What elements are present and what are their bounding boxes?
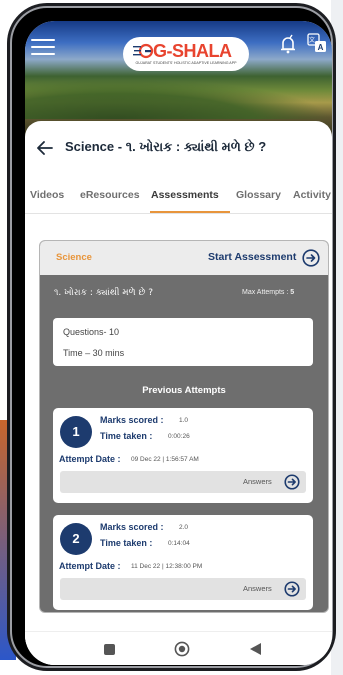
tab-activity[interactable]: Activity: [293, 189, 331, 201]
topic-title: ૧. ખોરાક : ક્યાંથી મળે છે ?: [54, 288, 154, 298]
main-content: Science - ૧. ખોરાક : ક્યાંથી મળે છે ? Vi…: [25, 121, 332, 665]
arrow-right-circle-icon[interactable]: [284, 474, 300, 490]
attempt-date-label: Attempt Date :: [59, 454, 121, 464]
attempt-card: 2 Marks scored : 2.0 Time taken : 0:14:0…: [53, 515, 313, 610]
logo-mark-icon: [133, 43, 154, 59]
tab-divider: [25, 213, 332, 214]
app-screen: G-SHALA GUJARAT STUDENTS' HOLISTIC ADAPT…: [25, 21, 332, 665]
system-navigation-bar: [25, 631, 332, 665]
marks-value: 2.0: [179, 524, 189, 531]
max-attempts: Max Attempts : 5: [242, 289, 294, 296]
time-taken-label: Time taken :: [100, 431, 153, 441]
active-tab-indicator: [150, 211, 230, 213]
time-limit: Time – 30 mins: [63, 348, 125, 358]
back-triangle-icon[interactable]: [250, 643, 262, 655]
time-taken-value: 0:00:26: [168, 433, 190, 440]
max-attempts-value: 5: [290, 289, 295, 296]
recent-apps-icon[interactable]: [104, 644, 115, 655]
hamburger-menu-icon[interactable]: [31, 39, 55, 55]
marks-label: Marks scored :: [100, 522, 164, 532]
answers-button[interactable]: Answers: [60, 578, 306, 600]
tab-assessments[interactable]: Assessments: [151, 189, 219, 201]
g-shala-logo: G-SHALA GUJARAT STUDENTS' HOLISTIC ADAPT…: [123, 37, 249, 71]
attempt-date-value: 11 Dec 22 | 12:38:00 PM: [131, 563, 203, 570]
phone-frame: G-SHALA GUJARAT STUDENTS' HOLISTIC ADAPT…: [7, 3, 336, 671]
logo-tagline: GUJARAT STUDENTS' HOLISTIC ADAPTIVE LEAR…: [135, 61, 237, 65]
attempt-card: 1 Marks scored : 1.0 Time taken : 0:00:2…: [53, 408, 313, 503]
attempt-number-badge: 1: [60, 416, 92, 448]
start-assessment-button[interactable]: Start Assessment: [208, 251, 296, 263]
notification-bell-icon[interactable]: [277, 33, 299, 55]
marks-value: 1.0: [179, 417, 189, 424]
subject-label: Science: [56, 252, 92, 263]
answers-label: Answers: [243, 584, 272, 593]
max-attempts-label: Max Attempts :: [242, 289, 289, 296]
tab-glossary[interactable]: Glossary: [236, 189, 281, 201]
tab-eresources[interactable]: eResources: [80, 189, 140, 201]
time-taken-value: 0:14:04: [168, 540, 190, 547]
tab-bar: Videos eResources Assessments Glossary A…: [25, 189, 332, 215]
time-taken-label: Time taken :: [100, 538, 153, 548]
questions-count: Questions- 10: [63, 327, 120, 337]
answers-button[interactable]: Answers: [60, 471, 306, 493]
arrow-right-circle-icon[interactable]: [302, 249, 320, 267]
back-arrow-icon[interactable]: [37, 141, 53, 155]
answers-label: Answers: [243, 477, 272, 486]
attempt-number-badge: 2: [60, 523, 92, 555]
attempt-date-label: Attempt Date :: [59, 561, 121, 571]
page-title: Science - ૧. ખોરાક : ક્યાંથી મળે છે ?: [65, 139, 267, 154]
marks-label: Marks scored :: [100, 415, 164, 425]
logo-text: G-SHALA: [153, 41, 232, 61]
arrow-right-circle-icon[interactable]: [284, 581, 300, 597]
translate-icon[interactable]: A 文: [307, 33, 327, 53]
assessment-card-header: Science Start Assessment: [40, 241, 328, 275]
tab-videos[interactable]: Videos: [30, 189, 64, 201]
svg-text:文: 文: [309, 36, 315, 44]
previous-attempts-heading: Previous Attempts: [142, 385, 226, 396]
attempt-date-value: 09 Dec 22 | 1:56:57 AM: [131, 456, 199, 463]
home-circle-icon[interactable]: [174, 641, 190, 657]
assessment-card: Science Start Assessment ૧. ખોરાક : ક્યા…: [39, 240, 329, 613]
assessment-info-box: Questions- 10 Time – 30 mins: [53, 318, 313, 366]
svg-text:A: A: [318, 43, 324, 52]
landscape-hills: [25, 79, 332, 119]
